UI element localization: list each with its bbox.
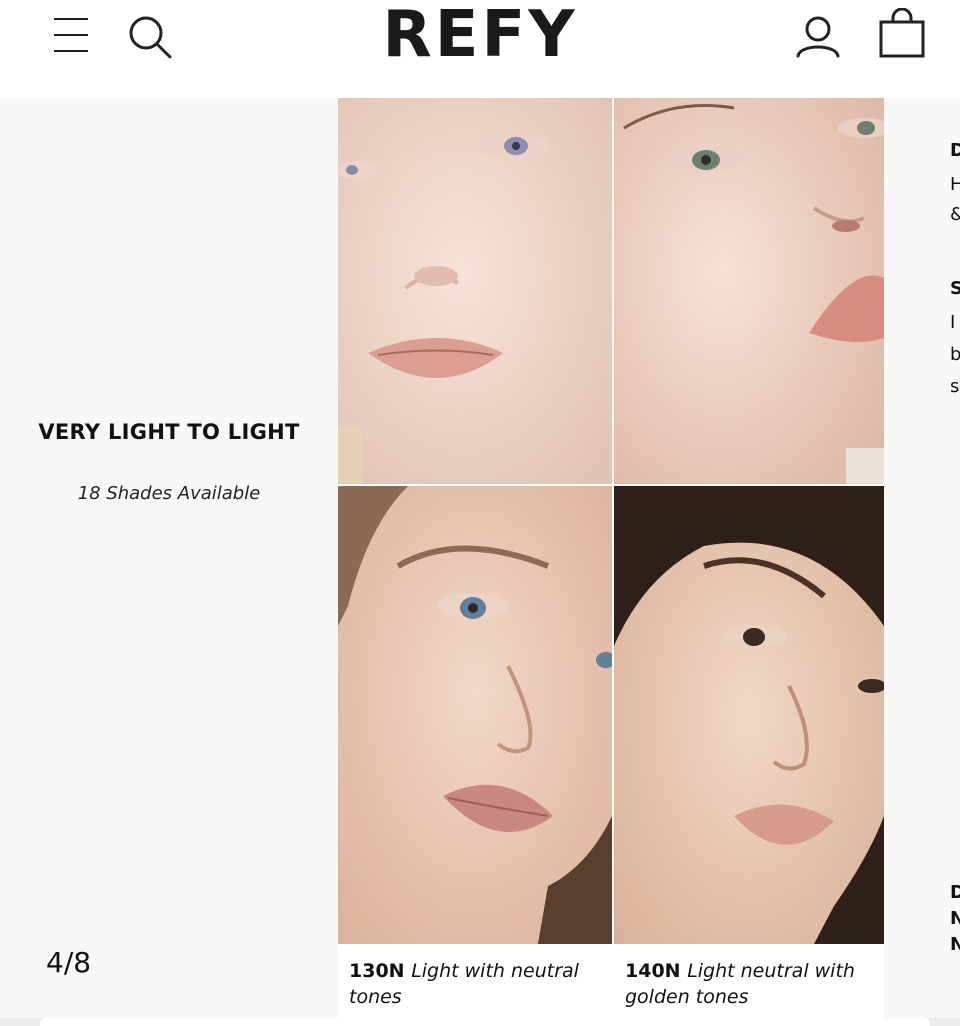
user-icon[interactable] xyxy=(794,14,842,60)
shade-range-title: VERY LIGHT TO LIGHT xyxy=(38,420,300,444)
next-slide-panel[interactable]: D H & S I b s D N N xyxy=(884,98,960,1026)
next-slide-text: S xyxy=(950,278,960,299)
grid-divider xyxy=(612,98,614,944)
slide-counter: 4/8 xyxy=(46,946,92,979)
next-slide-text: N xyxy=(950,934,960,955)
hamburger-menu-icon[interactable] xyxy=(52,16,90,54)
site-header: REFY xyxy=(0,0,960,98)
shade-caption-130n[interactable]: 130N Light with neutral tones xyxy=(349,958,611,1010)
model-photo-very-light-1[interactable] xyxy=(338,98,612,484)
model-photo-140n[interactable] xyxy=(614,486,884,944)
next-slide-text: H xyxy=(950,174,960,195)
shade-caption-140n[interactable]: 140N Light neutral with golden tones xyxy=(625,958,880,1010)
next-slide-text: I xyxy=(950,312,956,333)
next-slide-text: b xyxy=(950,344,960,365)
next-slide-text: D xyxy=(950,882,960,903)
shade-range-panel: VERY LIGHT TO LIGHT 18 Shades Available … xyxy=(0,98,338,1026)
shade-captions: 130N Light with neutral tones 140N Light… xyxy=(338,944,884,1020)
next-slide-text: N xyxy=(950,908,960,929)
grid-divider xyxy=(338,484,884,486)
shopping-bag-icon[interactable] xyxy=(876,7,928,60)
model-photo-very-light-2[interactable] xyxy=(614,98,884,484)
bottom-card xyxy=(40,1018,930,1026)
next-slide-text: & xyxy=(950,204,960,225)
model-photo-130n[interactable] xyxy=(338,486,612,944)
shade-code: 140N xyxy=(625,960,688,982)
next-slide-text: s xyxy=(950,376,960,397)
next-slide-text: D xyxy=(950,140,960,161)
shade-count: 18 Shades Available xyxy=(77,483,261,504)
search-icon[interactable] xyxy=(126,14,174,60)
shade-code: 130N xyxy=(349,960,412,982)
